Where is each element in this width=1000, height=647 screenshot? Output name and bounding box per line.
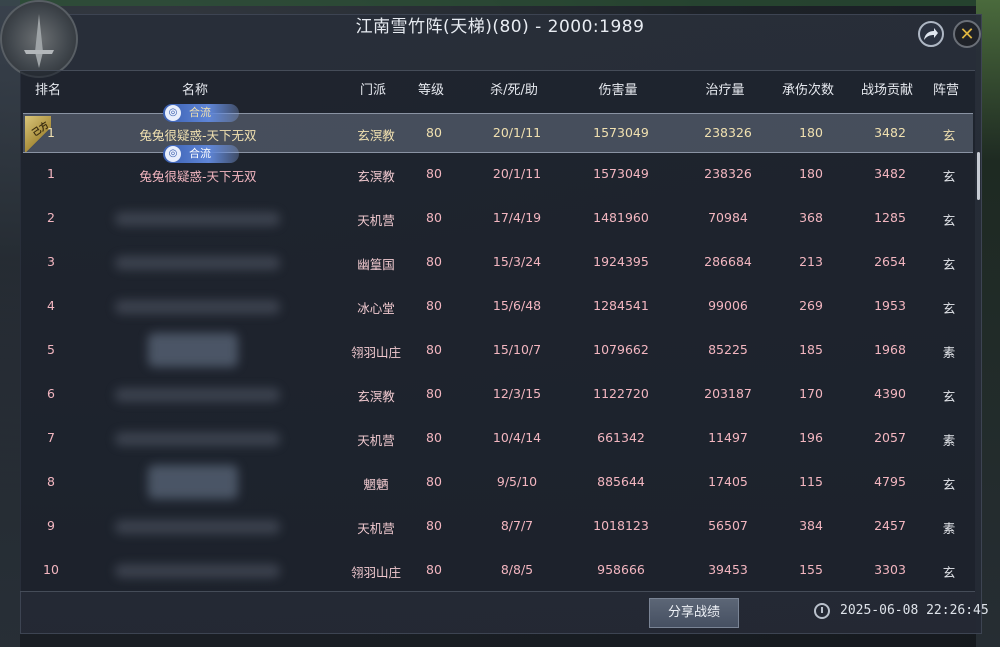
table-row[interactable]: 2 天机营 80 17/4/19 1481960 70984 368 1285 … bbox=[23, 199, 973, 239]
cell-kda: 15/10/7 bbox=[492, 342, 542, 357]
blurred-name bbox=[115, 432, 280, 446]
header-damage: 伤害量 bbox=[598, 83, 638, 98]
cell-level: 80 bbox=[426, 386, 442, 401]
table-row[interactable]: 5 翎羽山庄 80 15/10/7 1079662 85225 185 1968… bbox=[23, 331, 973, 371]
cell-kda: 9/5/10 bbox=[496, 474, 538, 489]
cell-kda: 12/3/15 bbox=[492, 386, 542, 401]
cell-kda: 20/1/11 bbox=[492, 166, 542, 181]
cell-camp: 玄 bbox=[942, 565, 956, 580]
badge-label: 合流 bbox=[189, 147, 211, 160]
blurred-name bbox=[115, 256, 280, 270]
scoreboard-table: 排名 名称 门派 等级 杀/死/助 伤害量 治疗量 承伤次数 战场贡献 阵营 己… bbox=[20, 70, 975, 592]
cell-camp: 玄 bbox=[942, 213, 956, 228]
cell-rank: 1 bbox=[47, 166, 55, 181]
cell-rank: 7 bbox=[47, 430, 55, 445]
cell-rank: 5 bbox=[47, 342, 55, 357]
cell-level: 80 bbox=[426, 430, 442, 445]
header-rank: 排名 bbox=[34, 83, 61, 98]
cell-level: 80 bbox=[426, 298, 442, 313]
blurred-name bbox=[148, 465, 238, 499]
cell-damage: 1079662 bbox=[593, 342, 649, 357]
cell-kda: 15/6/48 bbox=[492, 298, 542, 313]
blurred-name bbox=[148, 333, 238, 367]
cell-camp: 玄 bbox=[942, 301, 956, 316]
match-timestamp: 2025-06-08 22:26:45 bbox=[840, 603, 989, 618]
cell-damage: 1122720 bbox=[593, 386, 649, 401]
cell-damage: 1924395 bbox=[593, 254, 649, 269]
table-row[interactable]: 10 翎羽山庄 80 8/8/5 958666 39453 155 3303 玄 bbox=[23, 551, 973, 591]
cell-camp: 玄 bbox=[942, 389, 956, 404]
table-row[interactable]: 6 玄溟教 80 12/3/15 1122720 203187 170 4390… bbox=[23, 375, 973, 415]
header-kda: 杀/死/助 bbox=[490, 83, 538, 98]
background-top bbox=[0, 0, 1000, 6]
blurred-name bbox=[115, 212, 280, 226]
cell-damage: 1573049 bbox=[593, 166, 649, 181]
table-row[interactable]: 3 幽篁国 80 15/3/24 1924395 286684 213 2654… bbox=[23, 243, 973, 283]
share-arrow-icon[interactable] bbox=[918, 21, 944, 47]
header-name: 名称 bbox=[181, 83, 208, 98]
cell-rank: 2 bbox=[47, 210, 55, 225]
cell-rank: 10 bbox=[43, 562, 59, 577]
cell-damage: 958666 bbox=[597, 562, 645, 577]
cell-camp: 玄 bbox=[942, 477, 956, 492]
cell-damage: 1573049 bbox=[593, 125, 649, 140]
swirl-icon: ◎ bbox=[165, 105, 181, 121]
blurred-name bbox=[115, 520, 280, 534]
cell-level: 80 bbox=[426, 166, 442, 181]
cell-kda: 15/3/24 bbox=[492, 254, 542, 269]
header-level: 等级 bbox=[417, 83, 444, 98]
cell-camp: 玄 bbox=[942, 169, 956, 184]
cell-damage: 1284541 bbox=[593, 298, 649, 313]
cell-level: 80 bbox=[426, 562, 442, 577]
background-left bbox=[0, 0, 20, 647]
cell-camp: 素 bbox=[942, 345, 956, 360]
cell-name: 兔兔很疑惑-天下无双 bbox=[139, 128, 257, 143]
cell-level: 80 bbox=[426, 210, 442, 225]
blurred-name bbox=[115, 388, 280, 402]
heliu-badge: ◎ 合流 bbox=[163, 145, 239, 163]
cell-rank: 9 bbox=[47, 518, 55, 533]
table-header: 排名 名称 门派 等级 杀/死/助 伤害量 治疗量 承伤次数 战场贡献 阵营 bbox=[20, 79, 975, 101]
blurred-name bbox=[115, 564, 280, 578]
clock-icon bbox=[814, 603, 830, 619]
cell-level: 80 bbox=[426, 474, 442, 489]
close-icon[interactable]: ✕ bbox=[953, 20, 981, 48]
cell-rank: 4 bbox=[47, 298, 55, 313]
cell-rank: 3 bbox=[47, 254, 55, 269]
cell-rank: 6 bbox=[47, 386, 55, 401]
table-scrollbar[interactable] bbox=[977, 152, 980, 200]
cell-level: 80 bbox=[426, 125, 442, 140]
cell-level: 80 bbox=[426, 342, 442, 357]
header-camp: 阵营 bbox=[932, 83, 959, 98]
cell-kda: 20/1/11 bbox=[492, 125, 542, 140]
cell-level: 80 bbox=[426, 254, 442, 269]
cell-damage: 1018123 bbox=[593, 518, 649, 533]
match-title: 江南雪竹阵(天梯)(80) - 2000:1989 bbox=[355, 17, 645, 37]
table-row[interactable]: 8 魍魉 80 9/5/10 885644 17405 115 4795 玄 bbox=[23, 463, 973, 503]
cell-camp: 素 bbox=[942, 521, 956, 536]
cell-name: 兔兔很疑惑-天下无双 bbox=[139, 169, 257, 184]
table-row[interactable]: 4 冰心堂 80 15/6/48 1284541 99006 269 1953 … bbox=[23, 287, 973, 327]
cell-camp: 玄 bbox=[942, 128, 956, 143]
table-row[interactable]: 9 天机营 80 8/7/7 1018123 56507 384 2457 素 bbox=[23, 507, 973, 547]
cell-kda: 10/4/14 bbox=[492, 430, 542, 445]
heliu-badge: ◎ 合流 bbox=[163, 104, 239, 122]
share-record-button[interactable]: 分享战绩 bbox=[649, 598, 739, 628]
blurred-name bbox=[115, 300, 280, 314]
cell-damage: 885644 bbox=[597, 474, 645, 489]
cell-rank: 8 bbox=[47, 474, 55, 489]
table-row[interactable]: ◎ 合流 1 兔兔很疑惑-天下无双 玄溟教 80 20/1/11 1573049 … bbox=[23, 145, 973, 195]
badge-label: 合流 bbox=[189, 106, 211, 119]
cell-rank: 1 bbox=[47, 125, 55, 140]
table-row[interactable]: 7 天机营 80 10/4/14 661342 11497 196 2057 素 bbox=[23, 419, 973, 459]
cell-damage: 661342 bbox=[597, 430, 645, 445]
cell-kda: 17/4/19 bbox=[492, 210, 542, 225]
cell-kda: 8/7/7 bbox=[500, 518, 534, 533]
cell-camp: 素 bbox=[942, 433, 956, 448]
swirl-icon: ◎ bbox=[165, 146, 181, 162]
cell-damage: 1481960 bbox=[593, 210, 649, 225]
cell-kda: 8/8/5 bbox=[500, 562, 534, 577]
cell-camp: 玄 bbox=[942, 257, 956, 272]
cell-level: 80 bbox=[426, 518, 442, 533]
